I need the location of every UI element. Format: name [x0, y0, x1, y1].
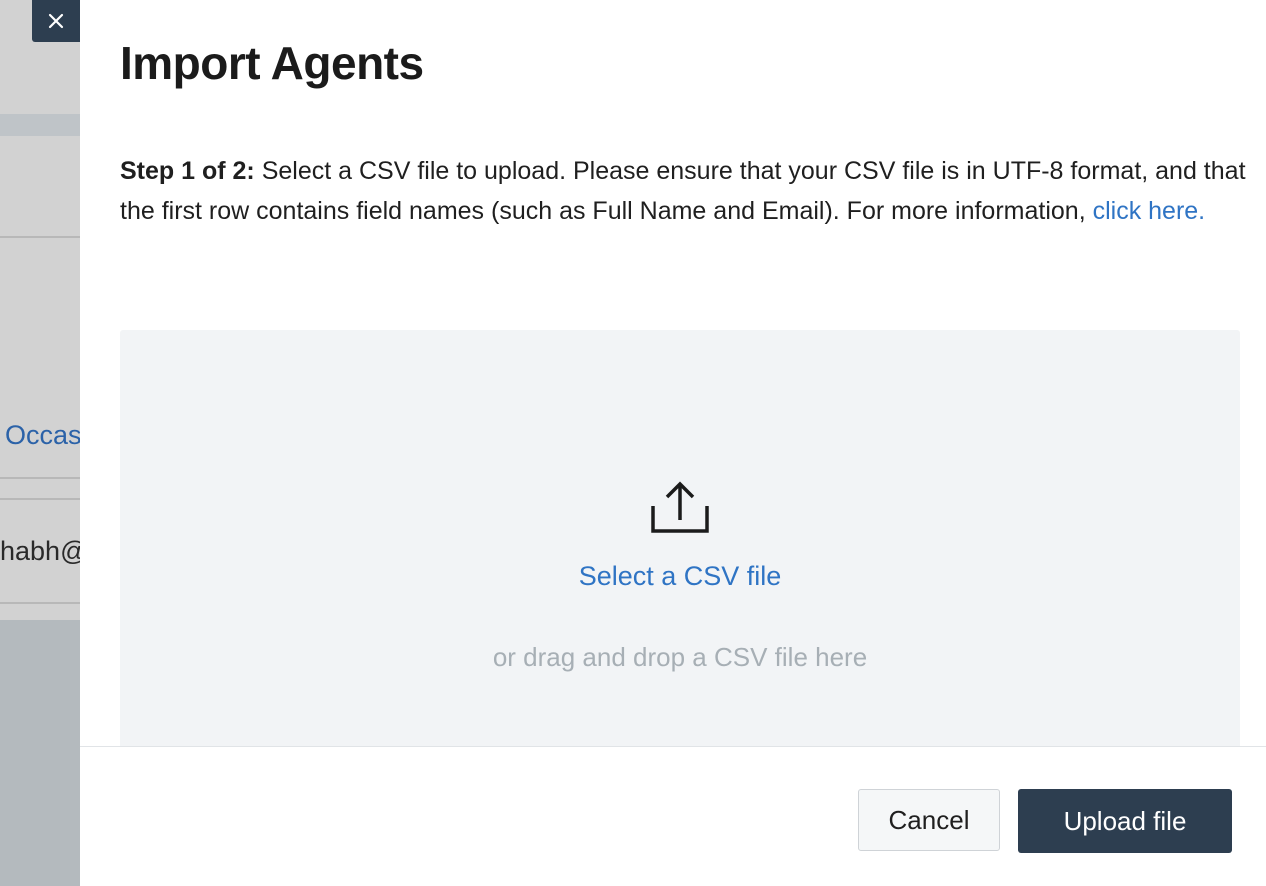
upload-file-button[interactable]: Upload file	[1018, 789, 1232, 853]
close-button[interactable]	[32, 0, 80, 42]
modal-title: Import Agents	[120, 37, 424, 89]
background-email: habh@	[0, 536, 80, 566]
import-agents-modal: Import Agents Step 1 of 2: Select a CSV …	[80, 0, 1266, 886]
cancel-button[interactable]: Cancel	[858, 789, 1000, 851]
modal-footer: Cancel Upload file	[80, 746, 1266, 886]
select-csv-link[interactable]: Select a CSV file	[120, 561, 1240, 592]
upload-icon	[651, 481, 709, 533]
drag-drop-hint: or drag and drop a CSV file here	[492, 642, 868, 672]
step-label: Step 1 of 2:	[120, 157, 255, 185]
background-divider	[0, 236, 80, 238]
background-divider	[0, 498, 80, 500]
instructions-body: Select a CSV file to upload. Please ensu…	[120, 157, 1246, 225]
background-divider	[0, 602, 80, 604]
file-dropzone[interactable]: Select a CSV file or drag and drop a CSV…	[120, 330, 1240, 770]
background-footer	[0, 620, 80, 886]
background-header-band	[0, 114, 80, 136]
instructions-text: Step 1 of 2: Select a CSV file to upload…	[120, 151, 1260, 231]
background-divider	[0, 477, 80, 479]
help-link[interactable]: click here.	[1093, 197, 1206, 225]
close-icon	[48, 13, 64, 29]
background-page: Occas habh@	[0, 0, 80, 886]
background-link: Occas	[5, 420, 80, 450]
